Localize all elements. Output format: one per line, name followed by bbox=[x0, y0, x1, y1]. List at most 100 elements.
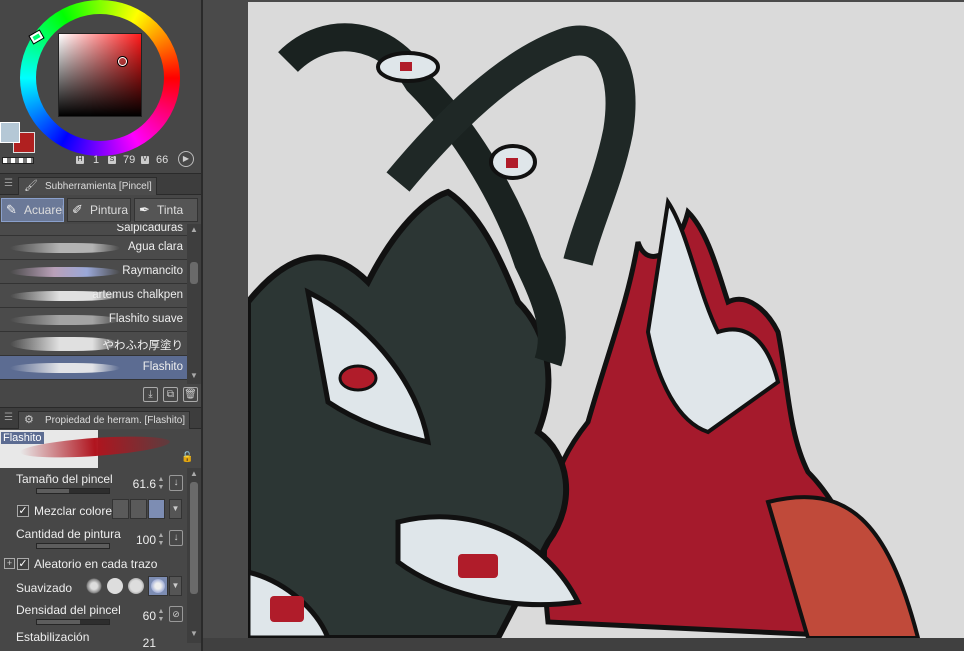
paint-amount-slider[interactable] bbox=[36, 543, 110, 549]
list-item[interactable]: artemus chalkpen bbox=[0, 284, 187, 308]
main-color-swatch[interactable] bbox=[0, 122, 20, 143]
list-item[interactable]: Agua clara bbox=[0, 236, 187, 260]
smoothing-strong-button[interactable] bbox=[148, 576, 168, 596]
brush-preview-name: Flashito bbox=[1, 432, 44, 444]
import-icon[interactable]: ⤓ bbox=[143, 387, 158, 402]
scrollbar-thumb[interactable] bbox=[190, 262, 198, 284]
smoothing-medium-icon[interactable] bbox=[128, 578, 144, 594]
brush-density-row: Densidad del pincel 60 ▲ ▼ ⊘ bbox=[0, 601, 187, 629]
brush-name: Salpicaduras bbox=[116, 224, 183, 234]
panel-menu-icon[interactable]: ☰ bbox=[4, 178, 14, 189]
mix-mode-normal-button[interactable] bbox=[112, 499, 129, 519]
brush-name: artemus chalkpen bbox=[92, 289, 183, 301]
transparent-color-swatch[interactable] bbox=[2, 157, 34, 164]
brush-size-pressure-icon[interactable]: ↓ bbox=[169, 475, 183, 491]
mix-mode-running-button[interactable] bbox=[130, 499, 147, 519]
brush-size-value[interactable]: 61.6 bbox=[126, 477, 156, 491]
saturation-icon: S bbox=[108, 156, 116, 164]
color-wheel-panel: H 1 S 79 V 66 ▶ bbox=[0, 0, 201, 172]
brush-name: Raymancito bbox=[122, 265, 183, 277]
lock-icon[interactable]: 🔓 bbox=[181, 452, 193, 463]
panel-menu-icon[interactable]: ☰ bbox=[4, 412, 14, 423]
value-readout: V 66 bbox=[141, 154, 168, 166]
property-scrollbar[interactable]: ▲ ▼ bbox=[187, 468, 201, 643]
brush-list-toolbar: ⤓ ⧉ 🗑 bbox=[0, 384, 201, 406]
paint-amount-fill bbox=[37, 544, 109, 548]
paint-amount-value[interactable]: 100 bbox=[126, 533, 156, 547]
group-tab-pintura[interactable]: ✐ Pintura bbox=[67, 198, 131, 222]
hue-readout: H 1 bbox=[76, 154, 99, 166]
saturation-value-cursor[interactable] bbox=[118, 57, 127, 66]
tool-property-tab-label: Propiedad de herram. [Flashito] bbox=[45, 415, 186, 426]
smoothing-dropdown-icon[interactable]: ▼ bbox=[169, 576, 182, 596]
brush-size-spinner[interactable]: ▲ ▼ bbox=[157, 476, 165, 492]
mix-colors-row: ✓ Mezclar colores ▼ bbox=[0, 499, 187, 523]
random-stroke-checkbox[interactable]: ✓ bbox=[17, 558, 29, 570]
subtool-tab-label: Subherramienta [Pincel] bbox=[45, 181, 152, 192]
group-tab-tinta[interactable]: ✒ Tinta bbox=[134, 198, 198, 222]
brush-name: やわふわ厚塗り bbox=[102, 340, 184, 352]
value-value: 66 bbox=[156, 154, 169, 166]
brush-size-slider[interactable] bbox=[36, 488, 110, 494]
saturation-readout: S 79 bbox=[108, 154, 135, 166]
brush-icon: ✎ bbox=[6, 202, 17, 217]
brush-density-spinner[interactable]: ▲ ▼ bbox=[157, 608, 165, 624]
subtool-group-tabs: ✎ Acuarela ✐ Pintura ✒ Tinta bbox=[0, 196, 201, 224]
mix-colors-label: Mezclar colores bbox=[34, 504, 119, 518]
brush-stroke-preview bbox=[10, 267, 120, 277]
brush-density-value[interactable]: 60 bbox=[126, 609, 156, 623]
stabilization-label: Estabilización bbox=[16, 630, 90, 644]
mix-mode-dropdown-icon[interactable]: ▼ bbox=[169, 499, 182, 519]
smoothing-weak-icon[interactable] bbox=[107, 578, 123, 594]
subtool-panel-header: ☰ 🖌 Subherramienta [Pincel] bbox=[0, 173, 201, 195]
horn-eye-right-pupil bbox=[506, 158, 518, 168]
canvas-area bbox=[203, 0, 964, 651]
play-icon[interactable]: ▶ bbox=[178, 151, 194, 167]
stabilization-value[interactable]: 21 bbox=[126, 636, 156, 650]
left-panels: H 1 S 79 V 66 ▶ ☰ 🖌 Subherramienta [Pinc… bbox=[0, 0, 201, 651]
brush-stroke-preview bbox=[10, 243, 120, 253]
artwork bbox=[248, 23, 921, 638]
group-tab-acuarela[interactable]: ✎ Acuarela bbox=[1, 198, 64, 222]
paint-amount-pressure-icon[interactable]: ↓ bbox=[169, 530, 183, 546]
duplicate-icon[interactable]: ⧉ bbox=[163, 387, 178, 402]
tool-property-tab[interactable]: ⚙ Propiedad de herram. [Flashito] bbox=[18, 411, 191, 429]
brush-size-fill bbox=[37, 489, 70, 493]
mix-colors-checkbox[interactable]: ✓ bbox=[17, 505, 29, 517]
list-item-selected[interactable]: Flashito bbox=[0, 356, 187, 380]
brush-density-pressure-icon[interactable]: ⊘ bbox=[169, 606, 183, 622]
scroll-down-icon[interactable]: ▼ bbox=[188, 628, 200, 640]
smoothing-label: Suavizado bbox=[16, 581, 73, 595]
hue-value: 1 bbox=[93, 154, 100, 166]
brush-density-slider[interactable] bbox=[36, 619, 110, 625]
drawing-canvas[interactable] bbox=[248, 2, 964, 638]
expand-icon[interactable]: + bbox=[4, 558, 15, 569]
brush-tool-icon: 🖌 bbox=[24, 180, 38, 192]
pen-icon: ✒ bbox=[139, 202, 150, 217]
scroll-down-icon[interactable]: ▼ bbox=[188, 370, 200, 382]
brush-density-fill bbox=[37, 620, 81, 624]
saturation-value-square[interactable] bbox=[58, 33, 142, 117]
list-item[interactable]: やわふわ厚塗り bbox=[0, 332, 187, 356]
value-icon: V bbox=[141, 156, 149, 164]
list-item[interactable]: Salpicaduras bbox=[0, 224, 187, 236]
brush-preview: Flashito 🔓 bbox=[0, 430, 201, 468]
brush-density-label: Densidad del pincel bbox=[16, 603, 121, 617]
group-tab-label: Acuarela bbox=[24, 203, 63, 217]
paint-amount-spinner[interactable]: ▲ ▼ bbox=[157, 532, 165, 548]
scrollbar-thumb[interactable] bbox=[190, 482, 198, 594]
mix-mode-blend-button[interactable] bbox=[148, 499, 165, 519]
paint-amount-label: Cantidad de pintura bbox=[16, 527, 121, 541]
trash-icon[interactable]: 🗑 bbox=[183, 387, 198, 402]
scroll-up-icon[interactable]: ▲ bbox=[188, 224, 200, 236]
list-item[interactable]: Flashito suave bbox=[0, 308, 187, 332]
scroll-up-icon[interactable]: ▲ bbox=[188, 468, 200, 480]
list-item[interactable]: Raymancito bbox=[0, 260, 187, 284]
hue-icon: H bbox=[76, 156, 84, 164]
wrench-icon: ⚙ bbox=[24, 414, 34, 426]
subtool-tab[interactable]: 🖌 Subherramienta [Pincel] bbox=[18, 177, 157, 195]
brush-name: Agua clara bbox=[128, 241, 183, 253]
brush-list-scrollbar[interactable]: ▲ ▼ bbox=[187, 224, 201, 384]
smoothing-none-icon[interactable] bbox=[86, 578, 102, 594]
head-eye bbox=[338, 364, 378, 392]
